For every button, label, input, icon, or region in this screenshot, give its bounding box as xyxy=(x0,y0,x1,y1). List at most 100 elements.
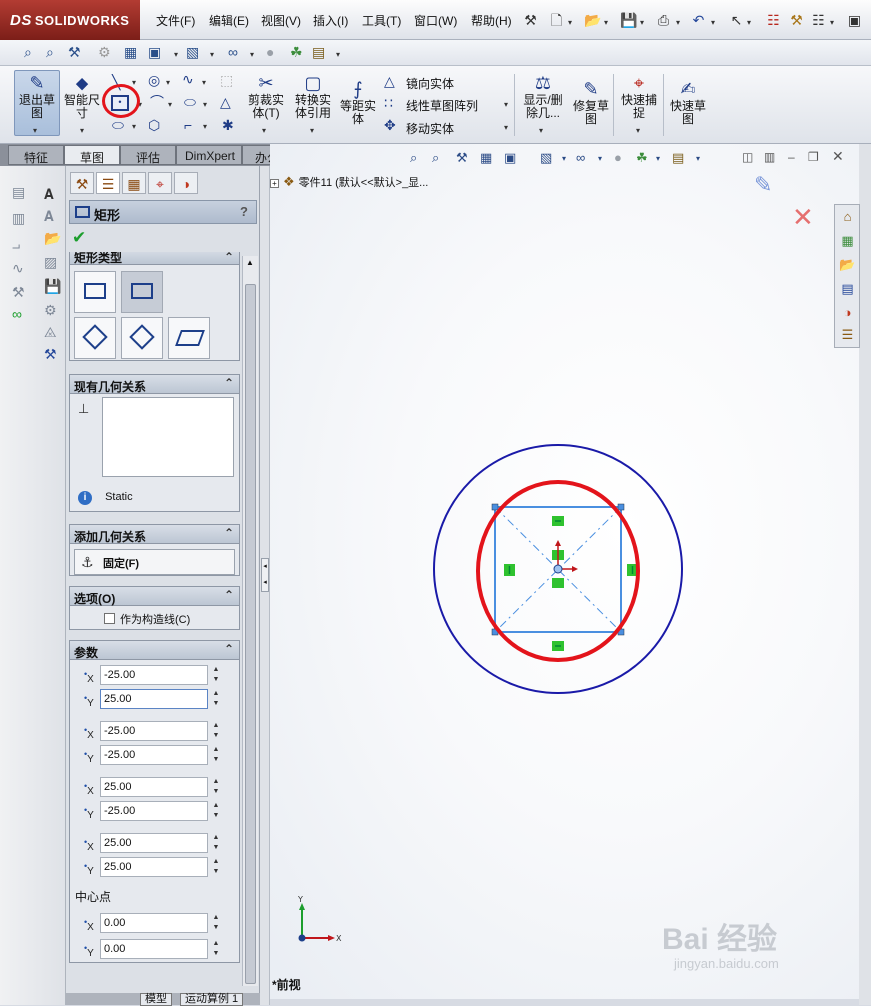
linear-pattern-icon[interactable]: ∷ xyxy=(384,95,393,111)
section-view-icon[interactable]: ▦ xyxy=(480,150,492,166)
save-sketch-icon[interactable]: 💾 xyxy=(44,278,61,295)
new-dropdown-icon[interactable]: ▾ xyxy=(568,18,572,27)
spinner-icon[interactable]: ▲ ▼ xyxy=(210,833,222,853)
move-dropdown-icon[interactable]: ▾ xyxy=(504,123,508,132)
help-icon[interactable]: ? xyxy=(240,204,248,219)
spline-dropdown-icon[interactable]: ▾ xyxy=(202,78,206,87)
smart-dimension-button[interactable]: ⬥ 智能尺 寸 xyxy=(62,74,102,120)
exit-sketch-dropdown-icon[interactable]: ▾ xyxy=(33,126,37,135)
display-style-dropdown-icon[interactable]: ▾ xyxy=(210,50,214,59)
minimize-icon[interactable]: – xyxy=(788,150,795,164)
sketch-canvas[interactable] xyxy=(270,144,859,999)
options-icon[interactable]: ⚒ xyxy=(788,12,805,29)
zoom-to-fit-icon[interactable]: ⌕ xyxy=(24,44,32,61)
spinner-icon[interactable]: ▲ ▼ xyxy=(210,939,222,959)
sketch-picture-icon[interactable]: ⬚ xyxy=(220,72,233,88)
trim-dropdown-icon[interactable]: ▾ xyxy=(262,126,266,135)
param-y3-input[interactable]: -25.00 xyxy=(100,801,208,821)
3pt-corner-rectangle-option[interactable] xyxy=(74,317,116,359)
text-sketch-icon[interactable]: △ xyxy=(220,94,231,110)
rapid-sketch-button[interactable]: ✍ 快速草 图 xyxy=(666,80,710,126)
scene-icon[interactable]: ☘ xyxy=(290,44,303,61)
center-point[interactable] xyxy=(553,564,563,574)
save-icon[interactable]: 💾 xyxy=(620,12,637,29)
display-delete-relations-button[interactable]: ⚖ 显示/删 除几... xyxy=(518,74,568,120)
dynamic-annotation-icon[interactable]: ▣ xyxy=(504,150,516,166)
fillet-dropdown-icon[interactable]: ▾ xyxy=(203,122,207,131)
feature-manager-tab-icon[interactable]: ⚒ xyxy=(70,172,94,194)
panel-splitter[interactable]: ◂ ◂ xyxy=(260,166,270,1005)
midpoint-relation-badge[interactable] xyxy=(552,578,564,588)
layer-icon[interactable]: ⚒ xyxy=(12,284,25,301)
close-icon[interactable]: ✕ xyxy=(832,148,844,165)
rectangle-type-header[interactable]: 矩形类型 ⌃ xyxy=(70,252,239,265)
trim-entities-button[interactable]: ✂ 剪裁实 体(T) xyxy=(244,74,288,120)
quick-snaps-button[interactable]: ⌖ 快速捕 捉 xyxy=(617,74,661,120)
arc-icon[interactable]: ⌒ xyxy=(150,94,164,110)
file-explorer-icon[interactable]: 📂 xyxy=(838,255,857,275)
appearances-icon[interactable]: ◑ xyxy=(838,303,857,323)
relations-listbox[interactable] xyxy=(102,397,234,477)
more-icon[interactable]: ▣ xyxy=(846,12,863,29)
configuration-manager-tab-icon[interactable]: ▦ xyxy=(122,172,146,194)
view-orientation-dropdown-icon[interactable]: ▾ xyxy=(174,50,178,59)
spinner-icon[interactable]: ▲ ▼ xyxy=(210,857,222,877)
circle-tool-icon[interactable]: ◎ xyxy=(148,72,160,88)
folder-note-icon[interactable]: 📂 xyxy=(44,230,61,247)
property-manager-tab-icon[interactable]: ☰ xyxy=(96,172,120,194)
print-icon[interactable]: ⎙ xyxy=(655,12,672,29)
dynamic-annotation-icon[interactable]: ▦ xyxy=(124,44,137,61)
ellipse-dropdown-icon[interactable]: ▾ xyxy=(203,100,207,109)
check-sketch-icon[interactable]: ⚙ xyxy=(44,302,57,319)
spinner-icon[interactable]: ▲ ▼ xyxy=(210,665,222,685)
hide-show-items-icon[interactable]: ∞ xyxy=(228,44,238,60)
convert-entities-button[interactable]: ▢ 转换实 体引用 xyxy=(290,74,336,120)
scene-dropdown-icon[interactable]: ▾ xyxy=(656,154,660,163)
properties-dropdown-icon[interactable]: ▾ xyxy=(830,18,834,27)
menu-edit[interactable]: 编辑(E) xyxy=(209,12,249,29)
view-orientation-icon[interactable]: ▧ xyxy=(540,150,552,166)
tab-evaluate[interactable]: 评估 xyxy=(120,145,176,165)
relations-icon[interactable]: ⨼ xyxy=(12,236,20,253)
mirror-entities-label[interactable]: 镜向实体 xyxy=(406,75,454,92)
previous-view-icon[interactable]: ⚒ xyxy=(456,150,468,166)
menu-window[interactable]: 窗口(W) xyxy=(414,12,457,29)
spinner-icon[interactable]: ▲ ▼ xyxy=(210,745,222,765)
param-x4-input[interactable]: 25.00 xyxy=(100,833,208,853)
convert-dropdown-icon[interactable]: ▾ xyxy=(310,126,314,135)
picture-icon[interactable]: ▨ xyxy=(44,254,57,271)
menu-tools[interactable]: 工具(T) xyxy=(362,12,401,29)
scrollbar-thumb[interactable] xyxy=(245,284,256,984)
tab-sketch[interactable]: 草图 xyxy=(64,145,120,165)
grid-icon[interactable]: ▥ xyxy=(12,210,25,227)
file-properties-icon[interactable]: ☷ xyxy=(810,12,827,29)
param-x1-input[interactable]: -25.00 xyxy=(100,665,208,685)
collapse-chevron-icon[interactable]: ⌃ xyxy=(224,376,234,390)
spinner-icon[interactable]: ▲ ▼ xyxy=(210,801,222,821)
tab-dimxpert[interactable]: DimXpert xyxy=(176,145,242,165)
center-rectangle-option[interactable] xyxy=(121,271,163,313)
select-arrow-icon[interactable]: ↖ xyxy=(728,12,745,29)
spinner-icon[interactable]: ▲ ▼ xyxy=(210,689,222,709)
3pt-center-rectangle-option[interactable] xyxy=(121,317,163,359)
undo-dropdown-icon[interactable]: ▾ xyxy=(711,18,715,27)
display-style-dropdown-icon[interactable]: ▾ xyxy=(598,154,602,163)
collapse-chevron-icon[interactable]: ⌃ xyxy=(224,642,234,656)
view-settings-dropdown-icon[interactable]: ▾ xyxy=(336,50,340,59)
circle-dropdown-icon[interactable]: ▾ xyxy=(166,78,170,87)
select-dropdown-icon[interactable]: ▾ xyxy=(747,18,751,27)
section-view-icon[interactable]: ⚙ xyxy=(98,44,111,61)
options-header[interactable]: 选项(O) ⌃ xyxy=(70,587,239,606)
menu-help[interactable]: 帮助(H) xyxy=(471,12,512,29)
repair-sketch-button[interactable]: ✎ 修复草 图 xyxy=(570,80,612,126)
menu-insert[interactable]: 插入(I) xyxy=(313,12,348,29)
polygon-icon[interactable]: ⬡ xyxy=(148,117,160,133)
construction-checkbox[interactable]: 作为构造线(C) xyxy=(104,611,190,627)
spinner-icon[interactable]: ▲ ▼ xyxy=(210,777,222,797)
custom-properties-icon[interactable]: ☰ xyxy=(838,325,857,345)
center-y-input[interactable]: 0.00 xyxy=(100,939,208,959)
menu-view[interactable]: 视图(V) xyxy=(261,12,301,29)
display-manager-tab-icon[interactable]: ◑ xyxy=(174,172,198,194)
confirm-corner-sketch-icon[interactable]: ✎ xyxy=(754,172,772,198)
fillet-icon[interactable]: ⌐ xyxy=(184,117,192,133)
